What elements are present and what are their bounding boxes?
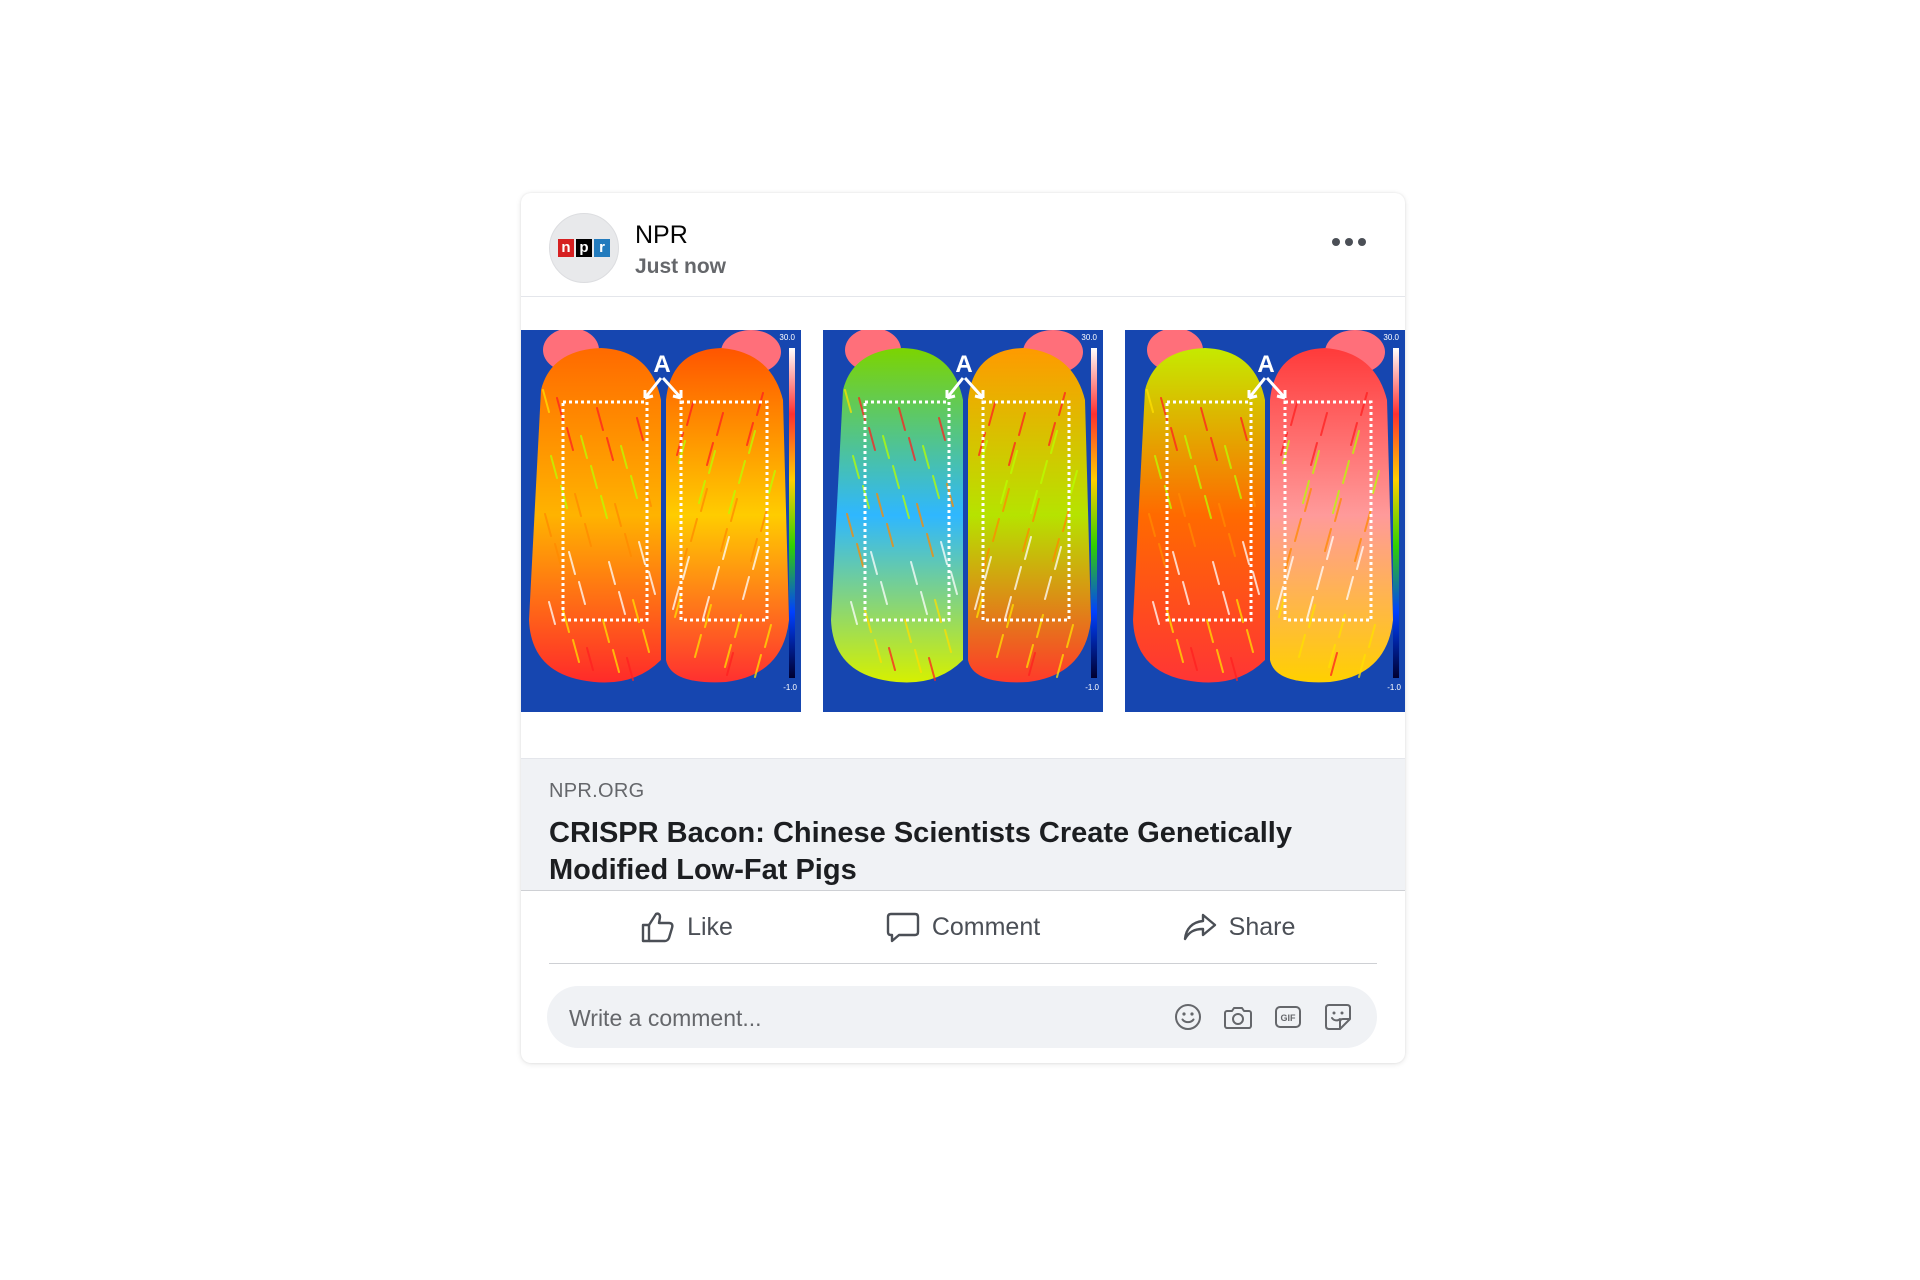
scale-max-label: 30.0 — [1383, 333, 1399, 342]
post-actions-bar: Like Comment Share — [549, 891, 1377, 964]
temperature-scale — [789, 348, 795, 678]
post-image-gallery[interactable]: A 30.0 -1.0 A 30.0 -1.0 A 30.0 -1.0 — [521, 330, 1405, 712]
author-name[interactable]: NPR — [635, 221, 688, 250]
post-card: n p r NPR Just now A 30.0 -1.0 A 30.0 -1.0 A… — [521, 193, 1405, 1063]
region-label: A — [955, 351, 972, 378]
scale-min-label: -1.0 — [1085, 683, 1099, 692]
scale-min-label: -1.0 — [1387, 683, 1401, 692]
comment-label: Comment — [931, 912, 1041, 941]
avatar[interactable]: n p r — [549, 213, 619, 283]
more-dot — [1345, 238, 1353, 246]
like-button[interactable]: Like — [549, 891, 825, 963]
right-body — [666, 348, 789, 683]
share-button[interactable]: Share — [1101, 891, 1377, 963]
npr-logo-r: r — [594, 239, 610, 257]
comment-tools: GIF — [1171, 1000, 1355, 1034]
temperature-scale — [1393, 348, 1399, 678]
like-label: Like — [687, 912, 733, 941]
svg-text:GIF: GIF — [1281, 1013, 1297, 1023]
gif-icon: GIF — [1275, 1006, 1301, 1028]
region-label: A — [1257, 351, 1274, 378]
link-preview[interactable]: NPR.ORG CRISPR Bacon: Chinese Scientists… — [521, 758, 1405, 891]
scale-max-label: 30.0 — [1081, 333, 1097, 342]
share-label: Share — [1228, 912, 1296, 941]
more-options-button[interactable] — [1327, 229, 1371, 255]
thermal-scan-graphic: A 30.0 -1.0 — [521, 330, 801, 712]
thumbs-up-icon — [641, 912, 674, 943]
right-body — [1270, 348, 1393, 683]
scale-max-label: 30.0 — [779, 333, 795, 342]
post-header: n p r NPR Just now — [521, 193, 1405, 297]
comment-button[interactable]: Comment — [825, 891, 1101, 963]
sticker-icon — [1325, 1004, 1351, 1030]
emoji-button[interactable] — [1171, 1000, 1205, 1034]
link-domain: NPR.ORG — [549, 780, 645, 802]
thermal-scan-graphic: A 30.0 -1.0 — [1125, 330, 1405, 712]
scale-min-label: -1.0 — [783, 683, 797, 692]
comment-input[interactable] — [567, 986, 1141, 1050]
camera-button[interactable] — [1221, 1000, 1255, 1034]
thermal-scan-graphic: A 30.0 -1.0 — [823, 330, 1103, 712]
left-body — [1133, 348, 1265, 683]
npr-logo-p: p — [576, 239, 592, 257]
thermal-image-3[interactable]: A 30.0 -1.0 — [1125, 330, 1405, 712]
gif-button[interactable]: GIF — [1271, 1000, 1305, 1034]
more-horizontal-icon — [1332, 238, 1340, 246]
page-background: n p r NPR Just now A 30.0 -1.0 A 30.0 -1.0 A… — [0, 0, 1920, 1280]
region-label: A — [653, 351, 670, 378]
left-body — [529, 348, 661, 683]
npr-logo-n: n — [558, 239, 574, 257]
npr-logo: n p r — [558, 239, 610, 257]
share-arrow-icon — [1183, 913, 1216, 941]
thermal-image-1[interactable]: A 30.0 -1.0 — [521, 330, 801, 712]
camera-icon — [1224, 1007, 1252, 1029]
smiley-icon — [1175, 1004, 1201, 1030]
left-body — [831, 348, 963, 683]
more-dot — [1358, 238, 1366, 246]
post-timestamp[interactable]: Just now — [635, 255, 726, 279]
speech-bubble-icon — [886, 912, 920, 943]
right-body — [968, 348, 1091, 683]
temperature-scale — [1091, 348, 1097, 678]
thermal-image-2[interactable]: A 30.0 -1.0 — [823, 330, 1103, 712]
comment-composer: GIF — [547, 986, 1377, 1050]
sticker-button[interactable] — [1321, 1000, 1355, 1034]
link-title[interactable]: CRISPR Bacon: Chinese Scientists Create … — [549, 815, 1349, 889]
